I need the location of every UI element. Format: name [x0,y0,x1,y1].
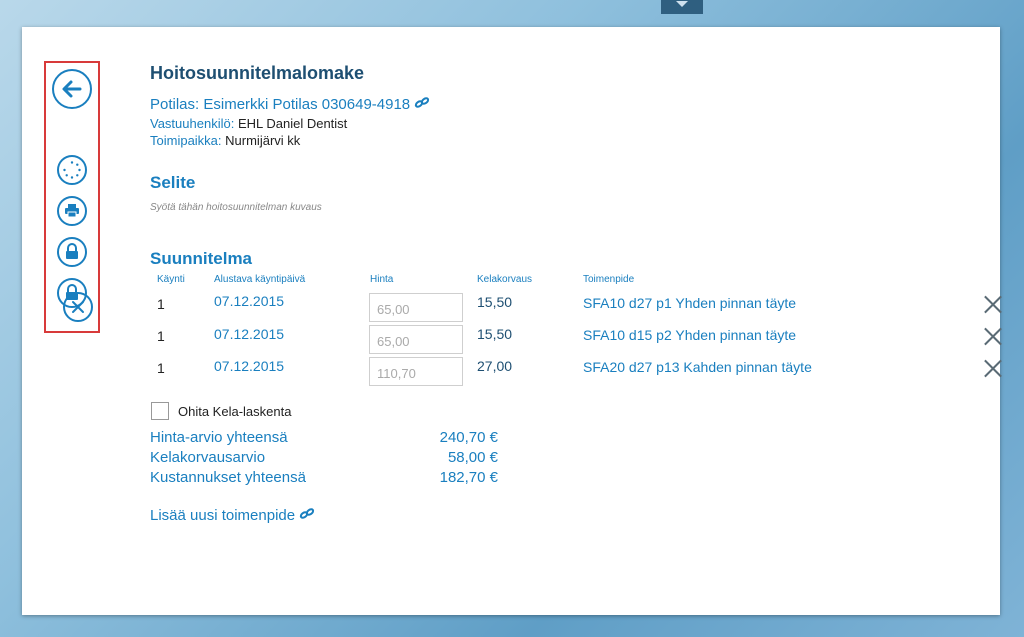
row-3-procedure[interactable]: SFA20 d27 p13 Kahden pinnan täyte [583,359,812,375]
row-1-date[interactable]: 07.12.2015 [214,293,284,309]
skip-kela-label: Ohita Kela-laskenta [178,404,292,419]
printer-icon [65,204,79,218]
refresh-button[interactable] [57,155,87,185]
patient-label: Potilas: [150,96,200,113]
row-3-price-input[interactable]: 110,70 [369,357,463,386]
add-procedure-link[interactable]: Lisää uusi toimenpide [150,507,315,524]
row-2-price-input[interactable]: 65,00 [369,325,463,354]
column-header-visit: Käynti [157,274,185,285]
total-label: Hinta-arvio yhteensä [150,429,288,446]
description-input[interactable]: Syötä tähän hoitosuunnitelman kuvaus [150,202,322,213]
row-3-kela: 27,00 [477,358,513,374]
row-1-price-input[interactable]: 65,00 [369,293,463,322]
back-arrow-icon [62,80,82,98]
row-2-date[interactable]: 07.12.2015 [214,326,284,342]
row-3-visit: 1 [157,360,165,376]
location-info: Toimipaikka: Nurmijärvi kk [150,133,300,148]
column-header-procedure: Toimenpide [583,274,635,285]
close-icon [72,301,84,313]
patient-name-link[interactable]: Esimerkki Potilas 030649-4918 [203,96,410,113]
plan-heading: Suunnitelma [150,249,253,268]
total-value: 240,70 € [439,429,498,446]
row-1-visit: 1 [157,296,165,312]
close-button[interactable] [63,292,93,322]
row-2-kela: 15,50 [477,326,513,342]
location-label: Toimipaikka: [150,133,222,148]
form-panel: Hoitosuunnitelmalomake Potilas: Esimerkk… [22,27,1000,615]
row-2-delete-icon[interactable] [984,327,1002,345]
row-3-delete-icon[interactable] [984,359,1002,377]
link-icon[interactable] [414,96,430,113]
row-1-delete-icon[interactable] [984,295,1002,313]
print-button[interactable] [57,196,87,226]
row-3-date[interactable]: 07.12.2015 [214,358,284,374]
column-header-kela: Kelakorvaus [477,274,533,285]
location-value: Nurmijärvi kk [225,133,301,148]
responsible-value: EHL Daniel Dentist [237,116,348,131]
description-heading: Selite [150,173,196,192]
row-1-procedure[interactable]: SFA10 d27 p1 Yhden pinnan täyte [583,295,796,311]
kela-estimate-label: Kelakorvausarvio [150,449,266,466]
kela-estimate-value: 58,00 € [447,449,498,466]
row-1-kela: 15,50 [477,294,513,310]
row-2-procedure[interactable]: SFA10 d15 p2 Yhden pinnan täyte [583,327,796,343]
cost-total-value: 182,70 € [439,469,498,486]
add-procedure-label: Lisää uusi toimenpide [150,507,296,524]
responsible-label: Vastuuhenkilö: [150,116,235,131]
top-dropdown-tab[interactable] [661,0,703,14]
column-header-price: Hinta [370,274,394,285]
page-title: Hoitosuunnitelmalomake [150,63,365,83]
patient-info: Potilas: Esimerkki Potilas 030649-4918 [150,96,430,113]
row-2-visit: 1 [157,328,165,344]
back-button[interactable] [52,69,92,109]
lock-icon [66,243,78,259]
cost-total-label: Kustannukset yhteensä [150,469,306,486]
link-icon [299,507,315,523]
lock-button[interactable] [57,237,87,267]
responsible-info: Vastuuhenkilö: EHL Daniel Dentist [150,116,347,131]
skip-kela-checkbox[interactable] [151,402,169,420]
column-header-date: Alustava käyntipäivä [214,274,306,285]
spinner-icon [63,161,81,179]
